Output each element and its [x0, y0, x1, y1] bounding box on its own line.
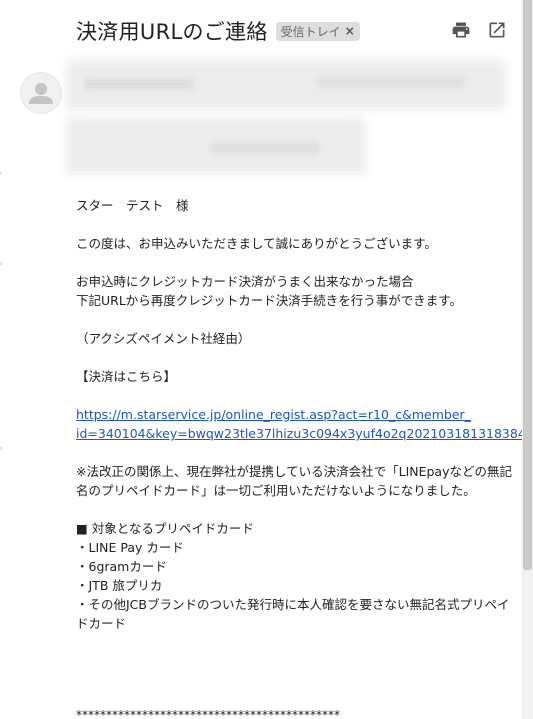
paragraph-line: 下記URLから再度クレジットカード決済手続きを行う事ができます。: [76, 293, 463, 308]
separator-line: ****************************************…: [76, 708, 340, 719]
list-item: ・JTB 旅プリカ: [76, 578, 163, 593]
inbox-label-chip[interactable]: 受信トレイ ×: [275, 21, 360, 41]
date-redacted: [316, 76, 466, 88]
scrollbar-thumb[interactable]: [523, 0, 532, 570]
notice-text: ※法改正の関係上、現在弊社が提携している決済会社で「LINEpayなどの無記名の…: [76, 464, 512, 498]
sender-name-redacted: [84, 78, 194, 90]
greeting: スター テスト 様: [76, 198, 189, 213]
list-item: ・6gramカード: [76, 559, 167, 574]
avatar: [20, 72, 62, 114]
close-icon[interactable]: ×: [345, 24, 355, 38]
paragraph-line: お申込時にクレジットカード決済がうまく出来なかった場合: [76, 274, 414, 289]
vertical-scrollbar[interactable]: [522, 0, 533, 719]
payment-link[interactable]: https://m.starservice.jp/online_regist.a…: [76, 405, 516, 424]
payment-link[interactable]: id=340104&key=bwqw23tle37lhizu3c094x3yuf…: [76, 424, 533, 443]
email-body: スター テスト 様 この度は、お申込みいただきまして誠にありがとうございます。 …: [76, 196, 533, 633]
inbox-label-text: 受信トレイ: [280, 24, 341, 39]
print-icon[interactable]: [451, 20, 471, 40]
list-item: ・その他JCBブランドのついた発行時に本人確認を要さない無記名式プリペイドカード: [76, 597, 510, 631]
payment-heading: 【決済はこちら】: [76, 369, 177, 384]
open-in-new-window-icon[interactable]: [487, 20, 507, 40]
via-text: （アクシズペイメント社経由）: [76, 331, 251, 346]
recipient-redacted: [210, 142, 320, 154]
email-subject: 決済用URLのご連絡: [76, 20, 268, 44]
list-item: ・LINE Pay カード: [76, 540, 184, 555]
edge-mark: [0, 262, 2, 265]
header-actions: [451, 20, 507, 40]
thanks-text: この度は、お申込みいただきまして誠にありがとうございます。: [76, 236, 437, 251]
edge-mark: [0, 172, 2, 175]
person-icon: [29, 83, 53, 104]
subject-row: 決済用URLのご連絡 受信トレイ ×: [76, 16, 360, 46]
list-heading: ■ 対象となるプリペイドカード: [76, 521, 254, 536]
email-view: 決済用URLのご連絡 受信トレイ × スター テスト 様 この度は、お申込みいた…: [0, 0, 533, 719]
edge-mark: [0, 447, 2, 450]
